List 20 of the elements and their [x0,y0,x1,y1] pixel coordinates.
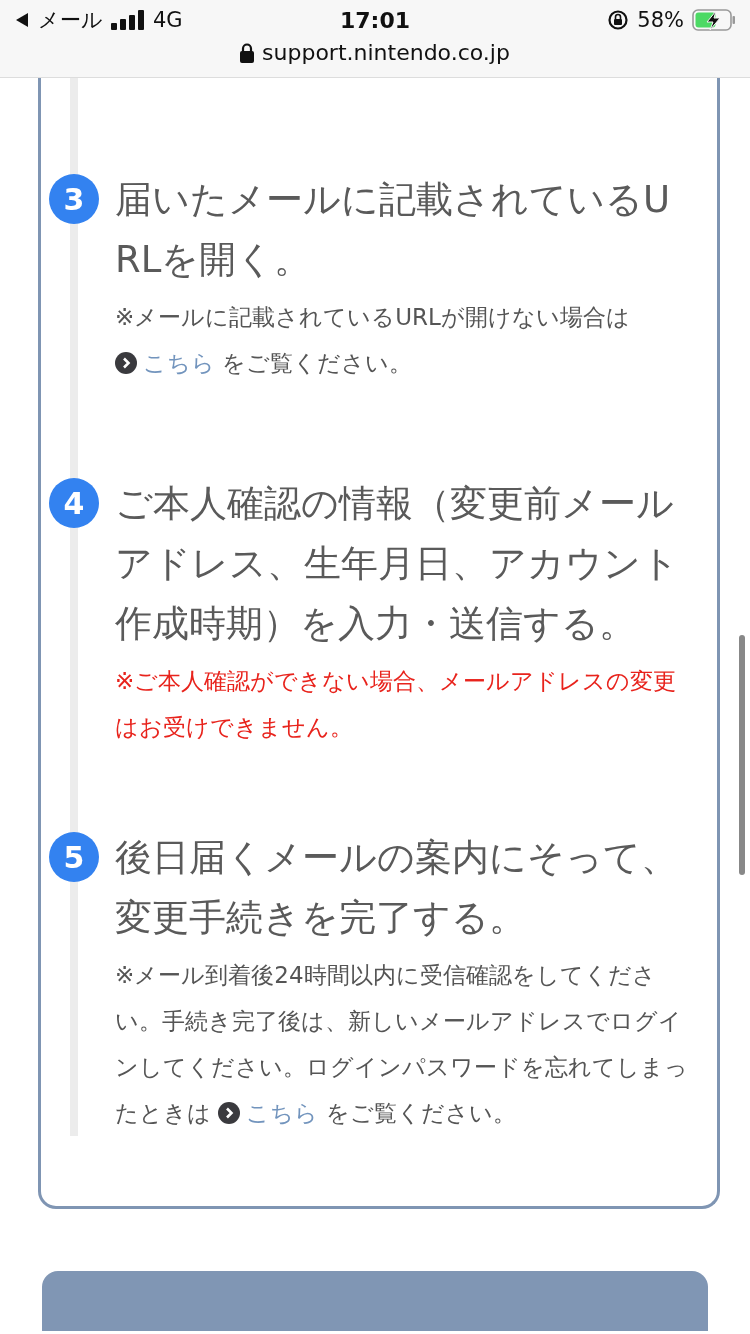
lock-icon [240,42,255,63]
note-text: ※メールに記載されているURLが開けない場合は こちら をご覧ください。 [115,303,631,378]
step-number: 4 [49,478,99,528]
note-text: ※メール到着後24時間以内に受信確認をしてください。手続き完了後は、新しいメールアドレスでログインしてください。ログインパスワードを忘れてしまったときは こちら をご覧ください。 [115,961,689,1128]
clock: 17:01 [340,7,410,33]
step-title: ご本人確認の情報（変更前メールアドレス、生年月日、アカウント作成時期）を入力・送信する。 [115,481,680,647]
back-icon[interactable] [14,12,30,28]
signal-icon [111,10,145,30]
step-number: 3 [49,174,99,224]
battery-percent: 58% [637,8,684,32]
warning-note: ※ご本人確認ができない場合、メールアドレスの変更はお受けできません。 [115,667,678,742]
chevron-icon [218,1102,241,1124]
back-label[interactable]: メール [38,6,103,34]
step-number: 5 [49,832,99,882]
network-label: 4G [153,8,183,32]
step-title: 届いたメールに記載されているURLを開く。 [115,177,672,283]
chevron-icon [115,352,137,374]
step-title: 後日届くメールの案内にそって、変更手続きを完了する。 [115,835,679,941]
url-text[interactable]: support.nintendo.co.jp [262,40,510,65]
rotation-lock-icon [607,9,630,31]
